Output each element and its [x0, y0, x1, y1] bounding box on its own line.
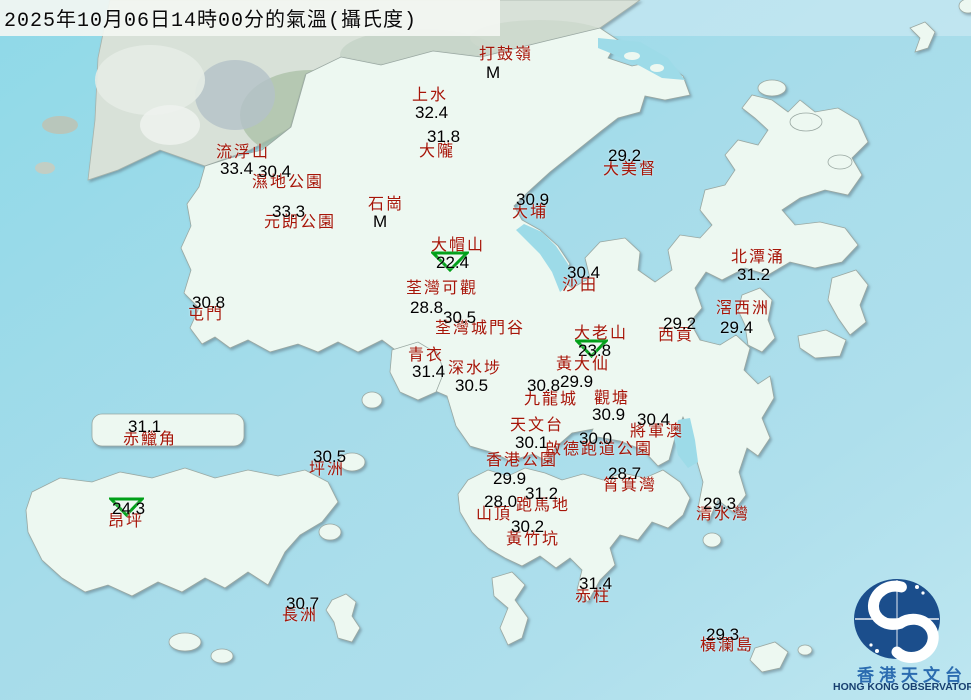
station-name-label: 石崗	[368, 196, 404, 213]
station-name-label: 上水	[412, 87, 448, 104]
map-island	[362, 392, 382, 408]
station-temperature-value: 31.2	[737, 266, 770, 283]
map-island	[650, 64, 664, 72]
station-temperature-value: 29.3	[706, 626, 739, 643]
hko-logo-english-text: HONG KONG OBSERVATORY	[833, 681, 971, 693]
station-temperature-value: 29.9	[493, 470, 526, 487]
station-temperature-value: 31.2	[525, 485, 558, 502]
map-island	[169, 633, 201, 651]
station-temperature-value: 33.4	[220, 160, 253, 177]
map-title: 2025年10月06日14時00分的氣溫(攝氏度)	[4, 3, 417, 33]
station-temperature-value: 29.4	[720, 319, 753, 336]
station-temperature-value: 28.7	[608, 465, 641, 482]
station-temperature-value: 28.8	[410, 299, 443, 316]
map-island	[211, 649, 233, 663]
station-temperature-value: 31.8	[427, 128, 460, 145]
station-temperature-value: 29.9	[560, 373, 593, 390]
station-temperature-value: 30.1	[515, 434, 548, 451]
station-name-label: 滘西洲	[716, 300, 770, 317]
map-island	[319, 524, 341, 540]
station-temperature-value: 30.4	[258, 163, 291, 180]
station-temperature-value: 30.0	[579, 430, 612, 447]
station-temperature-value: 32.4	[415, 104, 448, 121]
map-island	[703, 533, 721, 547]
station-temperature-value: 30.5	[313, 448, 346, 465]
map-island	[758, 80, 786, 96]
station-temperature-value: 29.2	[663, 315, 696, 332]
station-temperature-value: 24.3	[112, 500, 145, 517]
station-temperature-value: 30.9	[516, 191, 549, 208]
station-temperature-value: 33.3	[272, 203, 305, 220]
station-name-label: 大老山	[574, 325, 628, 342]
station-temperature-value: 30.7	[286, 595, 319, 612]
map-island	[828, 155, 852, 169]
temperature-map-screen: 2025年10月06日14時00分的氣溫(攝氏度) 打鼓嶺M上水32.4大隴31…	[0, 0, 971, 700]
station-temperature-value: 29.3	[703, 495, 736, 512]
station-temperature-value: 30.2	[511, 518, 544, 535]
station-temperature-value: M	[373, 213, 387, 230]
station-name-label: 深水埗	[448, 360, 502, 377]
station-temperature-value: 30.8	[527, 377, 560, 394]
station-temperature-value: 30.4	[637, 411, 670, 428]
station-temperature-value: 29.2	[608, 147, 641, 164]
hko-logo: 香港天文台 HONG KONG OBSERVATORY	[833, 575, 971, 697]
station-temperature-value: 30.9	[592, 406, 625, 423]
station-temperature-value: 30.5	[443, 309, 476, 326]
station-name-label: 荃灣可觀	[406, 280, 478, 297]
map-island	[790, 113, 822, 131]
station-temperature-value: 30.5	[455, 377, 488, 394]
station-name-label: 香港公園	[486, 452, 558, 469]
station-temperature-value: 22.4	[436, 254, 469, 271]
station-name-label: 天文台	[510, 417, 564, 434]
station-name-label: 黃大仙	[556, 356, 610, 373]
map-island	[798, 645, 812, 655]
hong-kong-base-map	[0, 0, 971, 700]
station-temperature-value: 30.4	[567, 264, 600, 281]
station-name-label: 北潭涌	[731, 249, 785, 266]
station-name-label: 打鼓嶺	[479, 46, 533, 63]
station-temperature-value: 28.0	[484, 493, 517, 510]
map-island	[624, 52, 640, 60]
station-temperature-value: 30.8	[192, 294, 225, 311]
station-temperature-value: M	[486, 64, 500, 81]
station-name-label: 大帽山	[431, 237, 485, 254]
station-temperature-value: 31.4	[579, 575, 612, 592]
station-temperature-value: 31.4	[412, 363, 445, 380]
station-temperature-value: 31.1	[128, 418, 161, 435]
